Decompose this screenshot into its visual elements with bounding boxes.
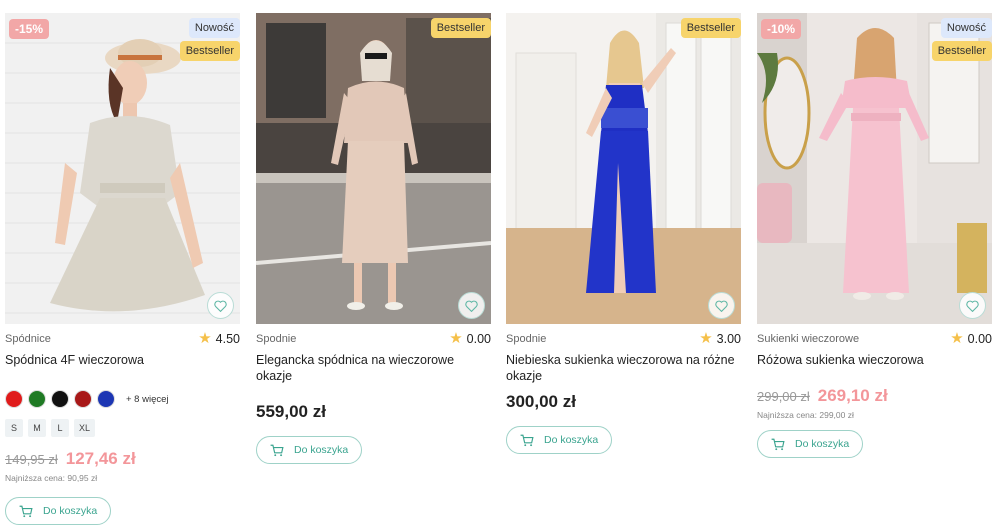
product-title[interactable]: Elegancka spódnica na wieczorowe okazje [256,352,491,384]
rating-value: 4.50 [215,331,240,346]
old-price: 149,95 zł [5,452,58,467]
cart-icon [520,434,534,446]
heart-icon [214,300,227,312]
size-option[interactable]: XL [74,419,95,437]
product-category[interactable]: Spódnice [5,333,51,345]
bestseller-badge: Bestseller [680,18,741,38]
add-to-cart-label: Do koszyka [544,434,599,446]
add-to-cart-label: Do koszyka [43,505,98,517]
new-badge: Nowość [940,18,992,38]
product-image[interactable]: -10% Nowość Bestseller [757,13,992,324]
product-category[interactable]: Sukienki wieczorowe [757,333,859,345]
lowest-price-note: Najniższa cena: 299,00 zł [757,410,854,420]
cart-icon [270,444,284,456]
price-block: 299,00 zł 269,10 zł Najniższa cena: 299,… [757,386,992,420]
heart-icon [715,300,728,312]
add-to-cart-button[interactable]: Do koszyka [5,497,112,525]
size-options: S M L XL [5,419,240,437]
star-icon: ★ [950,330,964,347]
rating-value: 3.00 [716,331,741,346]
new-badge: Nowość [188,18,240,38]
discount-badge: -10% [761,19,802,39]
badges: Nowość Bestseller [931,18,992,61]
sale-price: 127,46 zł [65,449,136,468]
heart-icon [465,300,478,312]
add-to-cart-label: Do koszyka [294,444,349,456]
color-swatch-black[interactable] [51,390,69,408]
cart-icon [771,438,785,450]
add-to-cart-button[interactable]: Do koszyka [256,436,363,464]
price-block: 149,95 zł 127,46 zł Najniższa cena: 90,9… [5,449,240,483]
sale-price: 269,10 zł [817,386,888,405]
product-rating: ★ 4.50 [198,331,240,346]
product-image[interactable]: -15% Nowość Bestseller [5,13,240,324]
heart-icon [966,300,979,312]
product-card[interactable]: -15% Nowość Bestseller Spódnice ★ 4.50 S… [5,13,240,525]
lowest-price-note: Najniższa cena: 90,95 zł [5,473,98,483]
size-option[interactable]: S [5,419,23,437]
discount-badge: -15% [9,19,50,39]
product-card[interactable]: Bestseller Spodnie ★ 0.00 Elegancka spód… [256,13,491,464]
color-swatches: + 8 więcej [5,390,240,408]
color-swatch-green[interactable] [28,390,46,408]
product-title[interactable]: Różowa sukienka wieczorowa [757,352,992,368]
bestseller-badge: Bestseller [430,18,491,38]
old-price: 299,00 zł [757,389,810,404]
product-photo [506,13,741,324]
star-icon: ★ [198,330,212,347]
color-swatch-darkred[interactable] [74,390,92,408]
product-card[interactable]: Bestseller Spodnie ★ 3.00 Niebieska suki… [506,13,741,454]
add-to-cart-button[interactable]: Do koszyka [506,426,613,454]
more-colors-link[interactable]: + 8 więcej [126,394,169,405]
price: 559,00 zł [256,402,326,421]
product-category[interactable]: Spodnie [256,333,296,345]
size-option[interactable]: L [51,419,69,437]
product-rating: ★ 3.00 [699,331,741,346]
favorite-button[interactable] [458,292,485,319]
badges: Nowość Bestseller [179,18,240,61]
favorite-button[interactable] [708,292,735,319]
price: 300,00 zł [506,392,576,411]
product-category[interactable]: Spodnie [506,333,546,345]
size-option[interactable]: M [28,419,46,437]
product-rating: ★ 0.00 [449,331,491,346]
rating-value: 0.00 [967,331,992,346]
star-icon: ★ [449,330,463,347]
product-photo [256,13,491,324]
star-icon: ★ [699,330,713,347]
product-title[interactable]: Spódnica 4F wieczorowa [5,352,240,368]
badges: Bestseller [430,18,491,38]
bestseller-badge: Bestseller [931,41,992,61]
product-image[interactable]: Bestseller [256,13,491,324]
color-swatch-red[interactable] [5,390,23,408]
product-image[interactable]: Bestseller [506,13,741,324]
rating-value: 0.00 [466,331,491,346]
cart-icon [19,505,33,517]
product-card[interactable]: -10% Nowość Bestseller Sukienki wieczoro… [757,13,992,458]
add-to-cart-button[interactable]: Do koszyka [757,430,864,458]
bestseller-badge: Bestseller [179,41,240,61]
color-swatch-blue[interactable] [97,390,115,408]
favorite-button[interactable] [207,292,234,319]
favorite-button[interactable] [959,292,986,319]
badges: Bestseller [680,18,741,38]
product-rating: ★ 0.00 [950,331,992,346]
add-to-cart-label: Do koszyka [795,438,850,450]
product-title[interactable]: Niebieska sukienka wieczorowa na różne o… [506,352,741,384]
